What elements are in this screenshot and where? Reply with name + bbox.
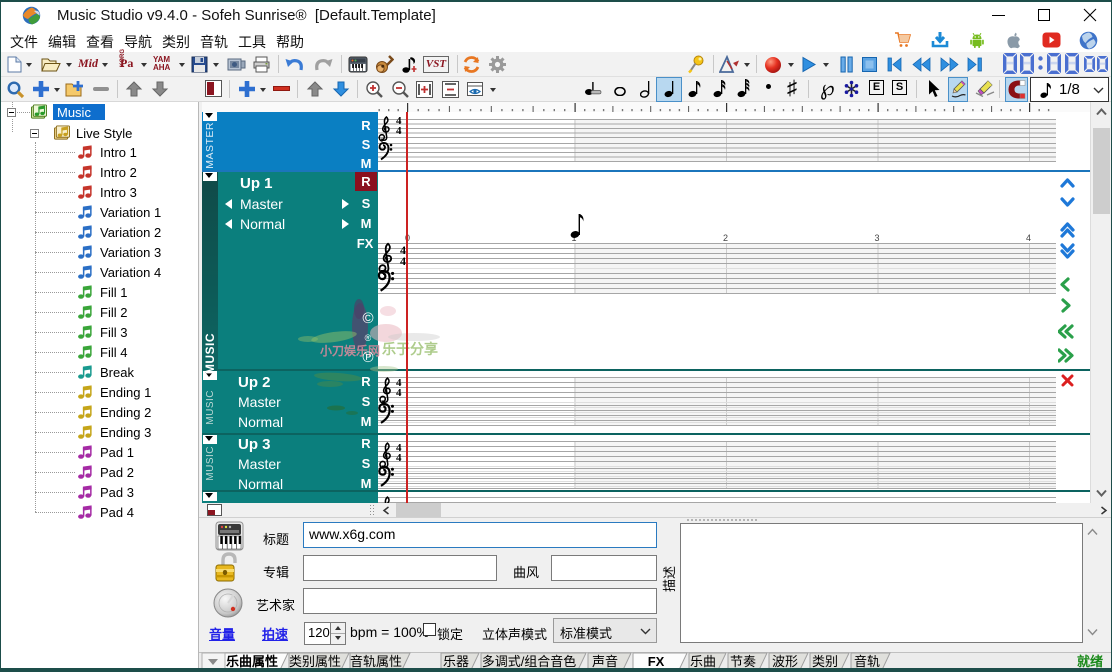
- svg-text:类别: 类别: [812, 654, 838, 669]
- svg-text:波形: 波形: [772, 654, 798, 669]
- svg-text:4: 4: [396, 452, 402, 464]
- svg-text:声音: 声音: [592, 654, 618, 669]
- svg-text:乐器: 乐器: [443, 654, 469, 669]
- svg-text:FX: FX: [648, 654, 665, 669]
- svg-text:就绪: 就绪: [1077, 654, 1103, 669]
- svg-text:音轨: 音轨: [854, 654, 880, 669]
- svg-text:多调式/组合音色: 多调式/组合音色: [482, 654, 577, 669]
- svg-text:乐曲: 乐曲: [690, 654, 716, 669]
- svg-text:类别属性: 类别属性: [289, 654, 341, 669]
- svg-text:乐曲属性: 乐曲属性: [226, 654, 278, 669]
- svg-text:音轨属性: 音轨属性: [350, 654, 402, 669]
- svg-text:4: 4: [396, 125, 402, 137]
- svg-text:节奏: 节奏: [730, 654, 756, 669]
